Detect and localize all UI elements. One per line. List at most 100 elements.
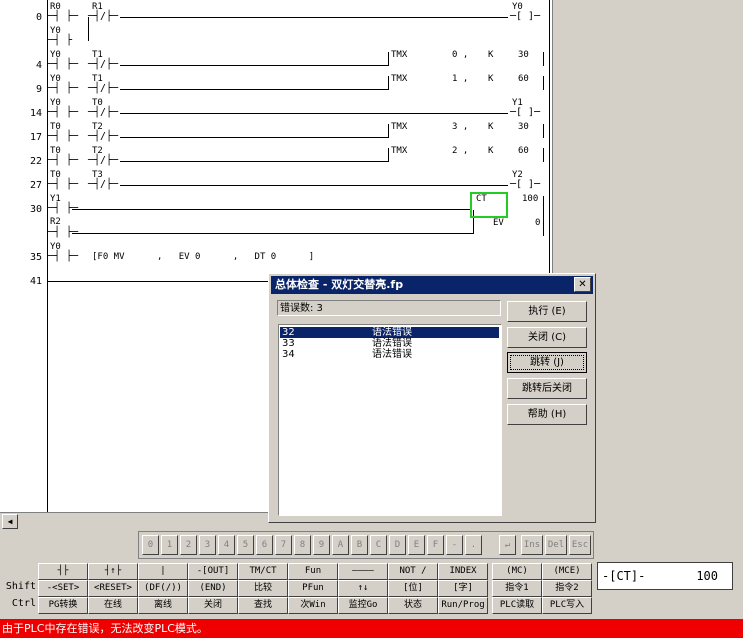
contact-nc[interactable]: ─┤/├─ (88, 132, 118, 142)
key-d[interactable]: D (389, 535, 406, 555)
contact-nc[interactable]: ─┤/├─ (88, 180, 118, 190)
contact-nc[interactable]: ─┤/├─ (88, 12, 118, 22)
fkey-r3-4[interactable]: 关闭 (188, 597, 238, 614)
fkey-r3-2[interactable]: 在线 (88, 597, 138, 614)
contact-nc[interactable]: ─┤/├─ (88, 156, 118, 166)
fkey-r3-10[interactable]: PLC读取 (492, 597, 542, 614)
tmx-k: K (488, 122, 494, 132)
shift-row-label: Shift (5, 581, 36, 592)
coil[interactable]: ─[ ]─ (510, 180, 540, 190)
contact-no[interactable]: ─┤ ├ (48, 36, 72, 46)
key-f[interactable]: F (427, 535, 444, 555)
key-2[interactable]: 2 (180, 535, 197, 555)
fkey-r1-1[interactable]: ┤├ (38, 563, 88, 580)
fkey-r1-3[interactable]: | (138, 563, 188, 580)
execute-button[interactable]: 执行 (E) (507, 301, 587, 322)
fkey-r3-1[interactable]: PG转换 (38, 597, 88, 614)
row-number: 30 (29, 204, 42, 215)
key-7[interactable]: 7 (275, 535, 292, 555)
fkey-r2-7[interactable]: ↑↓ (338, 580, 388, 597)
contact-nc[interactable]: ─┤/├─ (88, 60, 118, 70)
key-del[interactable]: Del (545, 535, 567, 555)
key-4[interactable]: 4 (218, 535, 235, 555)
list-item[interactable]: 33 语法错误 (280, 338, 499, 349)
key-dot[interactable]: . (465, 535, 482, 555)
contact-nc[interactable]: ─┤/├─ (88, 84, 118, 94)
row-number: 41 (29, 276, 42, 287)
coil[interactable]: ─[ ]─ (510, 12, 540, 22)
contact-no[interactable]: ─┤ ├─ (48, 132, 78, 142)
key-1[interactable]: 1 (161, 535, 178, 555)
cursor-box[interactable] (470, 192, 508, 218)
key-9[interactable]: 9 (313, 535, 330, 555)
fkey-r1-10[interactable]: (MC) (492, 563, 542, 580)
close-button[interactable]: 关闭 (C) (507, 327, 587, 348)
fkey-r2-5[interactable]: 比较 (238, 580, 288, 597)
fkey-r2-8[interactable]: [位] (388, 580, 438, 597)
fkey-r3-6[interactable]: 次Win (288, 597, 338, 614)
fkey-r3-7[interactable]: 监控Go (338, 597, 388, 614)
fkey-r2-3[interactable]: (DF(/)) (138, 580, 188, 597)
key-c[interactable]: C (370, 535, 387, 555)
contact-no[interactable]: ─┤ ├─ (48, 84, 78, 94)
key-minus[interactable]: - (446, 535, 463, 555)
jump-close-button[interactable]: 跳转后关闭 (507, 378, 587, 399)
key-ins[interactable]: Ins (521, 535, 543, 555)
rung-wire (120, 161, 388, 162)
key-e[interactable]: E (408, 535, 425, 555)
f0-mv-instruction[interactable]: [F0 MV , EV 0 , DT 0 ] (92, 252, 314, 262)
contact-nc[interactable]: ─┤/├─ (88, 108, 118, 118)
enter-icon[interactable]: ↵ (499, 535, 516, 555)
key-b[interactable]: B (351, 535, 368, 555)
key-a[interactable]: A (332, 535, 349, 555)
jump-button[interactable]: 跳转 (J) (507, 352, 587, 373)
fkey-r1-4[interactable]: -[OUT] (188, 563, 238, 580)
rung-wire (120, 65, 388, 66)
help-button[interactable]: 帮助 (H) (507, 404, 587, 425)
fkey-r1-7[interactable]: ———— (338, 563, 388, 580)
fkey-r1-8[interactable]: NOT / (388, 563, 438, 580)
key-8[interactable]: 8 (294, 535, 311, 555)
function-key-bar: Shift Ctrl ┤├ ┤↑├ | -[OUT] TM/CT Fun ———… (0, 562, 600, 614)
error-list[interactable]: 32 语法错误 33 语法错误 34 语法错误 (278, 324, 502, 516)
contact-no[interactable]: ─┤ ├─ (48, 180, 78, 190)
coil[interactable]: ─[ ]─ (510, 108, 540, 118)
contact-no[interactable]: ─┤ ├─ (48, 252, 78, 262)
fkey-r3-3[interactable]: 离线 (138, 597, 188, 614)
key-6[interactable]: 6 (256, 535, 273, 555)
fkey-r1-9[interactable]: INDEX (438, 563, 488, 580)
fkey-r2-6[interactable]: PFun (288, 580, 338, 597)
key-0[interactable]: 0 (142, 535, 159, 555)
fkey-r1-2[interactable]: ┤↑├ (88, 563, 138, 580)
fkey-r3-11[interactable]: PLC写入 (542, 597, 592, 614)
total-check-dialog[interactable]: 总体检查 - 双灯交替亮.fp ✕ 错误数: 3 32 语法错误 33 语法错误… (268, 273, 596, 523)
rung-wire (120, 137, 388, 138)
fkey-r1-5[interactable]: TM/CT (238, 563, 288, 580)
list-item[interactable]: 34 语法错误 (280, 349, 499, 360)
contact-no[interactable]: ─┤ ├─ (48, 60, 78, 70)
key-3[interactable]: 3 (199, 535, 216, 555)
fkey-r2-2[interactable]: <RESET> (88, 580, 138, 597)
fkey-r2-9[interactable]: [字] (438, 580, 488, 597)
fkey-r3-5[interactable]: 查找 (238, 597, 288, 614)
key-5[interactable]: 5 (237, 535, 254, 555)
fkey-r3-8[interactable]: 状态 (388, 597, 438, 614)
list-item[interactable]: 32 语法错误 (280, 327, 499, 338)
key-esc[interactable]: Esc (569, 535, 591, 555)
tmx-bracket (543, 148, 544, 162)
fkey-r2-10[interactable]: 指令1 (492, 580, 542, 597)
fkey-r1-6[interactable]: Fun (288, 563, 338, 580)
fkey-r2-4[interactable]: (END) (188, 580, 238, 597)
close-icon[interactable]: ✕ (574, 277, 591, 292)
tmx-label: TMX (391, 146, 408, 156)
fkey-r3-9[interactable]: Run/Prog (438, 597, 488, 614)
contact-no[interactable]: ─┤ ├─ (48, 12, 78, 22)
tmx-k: K (488, 146, 494, 156)
dialog-title: 总体检查 - 双灯交替亮.fp (271, 276, 593, 294)
fkey-r2-11[interactable]: 指令2 (542, 580, 592, 597)
scroll-left-icon[interactable]: ◀ (2, 514, 18, 529)
fkey-r2-1[interactable]: -<SET> (38, 580, 88, 597)
contact-no[interactable]: ─┤ ├─ (48, 156, 78, 166)
fkey-r1-11[interactable]: (MCE) (542, 563, 592, 580)
contact-no[interactable]: ─┤ ├─ (48, 108, 78, 118)
